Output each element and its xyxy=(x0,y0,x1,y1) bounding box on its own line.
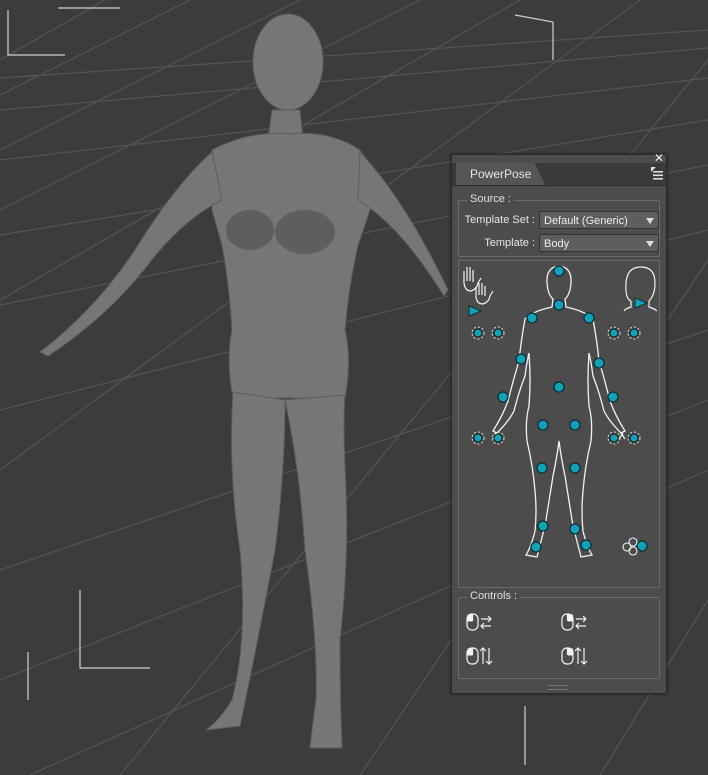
node-left-shoulder xyxy=(526,312,538,324)
node-left-elbow xyxy=(515,353,527,365)
source-group: Source : Template Set : Default (Generic… xyxy=(458,193,660,257)
tab-bar: PowerPose xyxy=(452,163,666,186)
node-figure-root xyxy=(636,540,648,552)
template-set-dropdown[interactable]: Default (Generic) xyxy=(539,211,659,229)
template-set-value: Default (Generic) xyxy=(544,215,628,227)
head-play-icon[interactable] xyxy=(634,297,649,309)
panel-menu-icon[interactable] xyxy=(650,166,664,180)
node-left-ankle xyxy=(537,520,549,532)
template-value: Body xyxy=(544,238,570,250)
template-set-label: Template Set : xyxy=(464,214,535,226)
node-right-wrist xyxy=(607,391,619,403)
chevron-down-icon xyxy=(646,241,654,247)
template-label: Template : xyxy=(484,237,535,249)
body-template-svg xyxy=(463,265,658,558)
controls-icons xyxy=(466,613,588,665)
node-right-elbow xyxy=(593,357,605,369)
figure-root-icon xyxy=(622,537,638,556)
node-left-knee xyxy=(536,462,548,474)
node-left-wrist xyxy=(497,391,509,403)
source-title: Source : xyxy=(467,193,514,205)
mouse-drag-icon[interactable] xyxy=(561,613,587,631)
hands-play-icon[interactable] xyxy=(468,305,483,317)
node-right-ankle xyxy=(569,523,581,535)
node-head xyxy=(553,265,565,277)
tab-powerpose[interactable]: PowerPose xyxy=(456,163,546,185)
powerpose-panel: ✕ PowerPose Source : Template Set : Defa… xyxy=(451,152,667,694)
hands-icon[interactable] xyxy=(463,267,494,305)
controls-group: Controls : xyxy=(458,590,660,679)
node-right-shoulder xyxy=(583,312,595,324)
node-left-hip xyxy=(537,419,549,431)
node-right-knee xyxy=(569,462,581,474)
left-button-fill xyxy=(467,614,473,622)
node-left-foot xyxy=(530,541,542,553)
node-neck xyxy=(553,299,565,311)
chevron-down-icon xyxy=(646,218,654,224)
left-button-fill xyxy=(467,648,473,656)
mouse-drag-icon[interactable] xyxy=(561,647,588,665)
node-chest xyxy=(553,381,565,393)
template-dropdown[interactable]: Body xyxy=(539,234,659,252)
figure-body xyxy=(39,13,449,749)
node-right-foot xyxy=(580,539,592,551)
node-right-hip xyxy=(569,419,581,431)
resize-grip[interactable] xyxy=(548,685,568,690)
right-button-fill xyxy=(568,648,573,656)
right-button-fill xyxy=(568,614,573,622)
template-figure-area xyxy=(458,260,660,588)
